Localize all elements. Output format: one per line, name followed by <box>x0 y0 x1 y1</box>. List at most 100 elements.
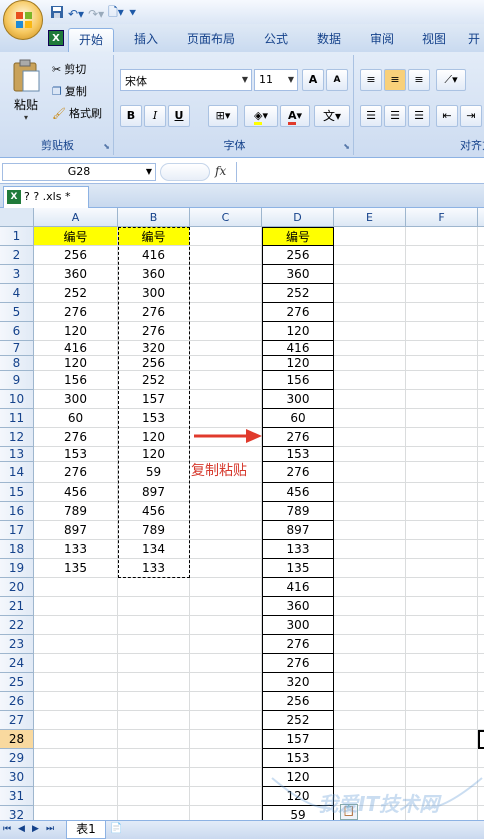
row-header-6[interactable]: 6 <box>0 322 34 341</box>
cell-D9[interactable]: 156 <box>262 371 334 390</box>
excel-home-icon[interactable]: X <box>48 30 64 46</box>
cell-G31[interactable] <box>478 787 484 806</box>
cell-D2[interactable]: 256 <box>262 246 334 265</box>
align-left-button[interactable]: ☰ <box>360 105 382 127</box>
column-header-G[interactable] <box>478 208 484 227</box>
insert-sheet-icon[interactable]: 📄 <box>110 823 126 837</box>
cell-E6[interactable] <box>334 322 406 341</box>
align-middle-button[interactable]: ≡ <box>384 69 406 91</box>
tab-home[interactable]: 开始 <box>68 28 114 52</box>
cell-B4[interactable]: 300 <box>118 284 190 303</box>
cell-E10[interactable] <box>334 390 406 409</box>
first-sheet-icon[interactable]: ⏮ <box>3 824 11 834</box>
cell-B31[interactable] <box>118 787 190 806</box>
cell-C20[interactable] <box>190 578 262 597</box>
cell-C30[interactable] <box>190 768 262 787</box>
cell-D18[interactable]: 133 <box>262 540 334 559</box>
row-header-32[interactable]: 32 <box>0 806 34 820</box>
cell-G21[interactable] <box>478 597 484 616</box>
cell-D1[interactable]: 编号 <box>262 227 334 246</box>
cell-B6[interactable]: 276 <box>118 322 190 341</box>
cell-G16[interactable] <box>478 502 484 521</box>
sheet-tab-1[interactable]: 表1 <box>66 821 106 839</box>
tab-insert[interactable]: 插入 <box>124 28 168 52</box>
office-button[interactable] <box>3 0 43 40</box>
row-header-20[interactable]: 20 <box>0 578 34 597</box>
cell-C24[interactable] <box>190 654 262 673</box>
cell-E13[interactable] <box>334 447 406 462</box>
row-header-10[interactable]: 10 <box>0 390 34 409</box>
cell-F23[interactable] <box>406 635 478 654</box>
cell-A14[interactable]: 276 <box>34 462 118 483</box>
cell-B26[interactable] <box>118 692 190 711</box>
cell-C5[interactable] <box>190 303 262 322</box>
cell-B1[interactable]: 编号 <box>118 227 190 246</box>
formula-input[interactable] <box>236 162 484 182</box>
cell-G30[interactable] <box>478 768 484 787</box>
fill-color-button[interactable]: ◈▾ <box>244 105 278 127</box>
row-header-9[interactable]: 9 <box>0 371 34 390</box>
cell-C18[interactable] <box>190 540 262 559</box>
cell-D25[interactable]: 320 <box>262 673 334 692</box>
cell-F13[interactable] <box>406 447 478 462</box>
cell-F6[interactable] <box>406 322 478 341</box>
cell-D16[interactable]: 789 <box>262 502 334 521</box>
cell-C31[interactable] <box>190 787 262 806</box>
cell-F18[interactable] <box>406 540 478 559</box>
cell-A4[interactable]: 252 <box>34 284 118 303</box>
row-header-17[interactable]: 17 <box>0 521 34 540</box>
copy-button[interactable]: ❐ 复制 <box>52 83 87 99</box>
cell-B22[interactable] <box>118 616 190 635</box>
align-top-button[interactable]: ≡ <box>360 69 382 91</box>
cell-G14[interactable] <box>478 462 484 483</box>
cell-C8[interactable] <box>190 356 262 371</box>
print-preview-icon[interactable]: 🗋▾ <box>108 3 124 24</box>
cell-G13[interactable] <box>478 447 484 462</box>
cell-D12[interactable]: 276 <box>262 428 334 447</box>
align-center-button[interactable]: ☰ <box>384 105 406 127</box>
cell-F32[interactable] <box>406 806 478 820</box>
cell-F7[interactable] <box>406 341 478 356</box>
cell-G2[interactable] <box>478 246 484 265</box>
cell-B28[interactable] <box>118 730 190 749</box>
cell-A28[interactable] <box>34 730 118 749</box>
cell-A25[interactable] <box>34 673 118 692</box>
cell-G11[interactable] <box>478 409 484 428</box>
cell-B13[interactable]: 120 <box>118 447 190 462</box>
undo-icon[interactable]: ↶▾ <box>68 7 84 21</box>
cell-B14[interactable]: 59 <box>118 462 190 483</box>
cell-F15[interactable] <box>406 483 478 502</box>
cell-A10[interactable]: 300 <box>34 390 118 409</box>
row-header-3[interactable]: 3 <box>0 265 34 284</box>
cell-B20[interactable] <box>118 578 190 597</box>
cell-D4[interactable]: 252 <box>262 284 334 303</box>
cell-E2[interactable] <box>334 246 406 265</box>
row-header-30[interactable]: 30 <box>0 768 34 787</box>
cell-F2[interactable] <box>406 246 478 265</box>
cell-C9[interactable] <box>190 371 262 390</box>
cell-C17[interactable] <box>190 521 262 540</box>
cell-G22[interactable] <box>478 616 484 635</box>
cell-F1[interactable] <box>406 227 478 246</box>
clipboard-launcher-icon[interactable]: ⬊ <box>103 142 110 151</box>
cell-D29[interactable]: 153 <box>262 749 334 768</box>
cell-E4[interactable] <box>334 284 406 303</box>
decrease-indent-button[interactable]: ⇤ <box>436 105 458 127</box>
cell-G10[interactable] <box>478 390 484 409</box>
cell-E12[interactable] <box>334 428 406 447</box>
cell-E14[interactable] <box>334 462 406 483</box>
cell-D14[interactable]: 276 <box>262 462 334 483</box>
bold-button[interactable]: B <box>120 105 142 127</box>
cell-E19[interactable] <box>334 559 406 578</box>
cell-E23[interactable] <box>334 635 406 654</box>
cell-G5[interactable] <box>478 303 484 322</box>
cell-G24[interactable] <box>478 654 484 673</box>
cell-E5[interactable] <box>334 303 406 322</box>
cell-C32[interactable] <box>190 806 262 820</box>
cell-F5[interactable] <box>406 303 478 322</box>
cell-B19[interactable]: 133 <box>118 559 190 578</box>
cell-E8[interactable] <box>334 356 406 371</box>
align-right-button[interactable]: ☰ <box>408 105 430 127</box>
cell-G29[interactable] <box>478 749 484 768</box>
row-header-27[interactable]: 27 <box>0 711 34 730</box>
